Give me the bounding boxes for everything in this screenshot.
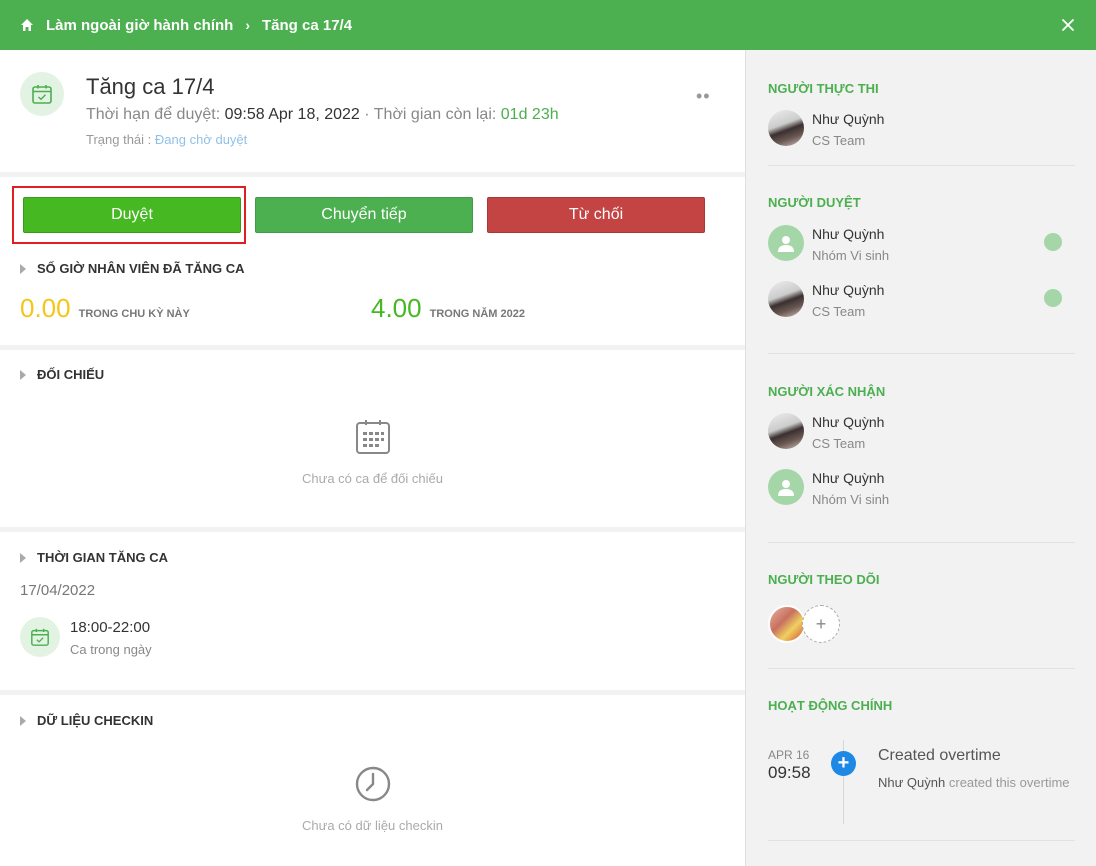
reconcile-empty-state: Chưa có ca để đối chiếu: [0, 420, 745, 486]
calendar-check-icon: [20, 72, 64, 116]
checkin-section-toggle[interactable]: DỮ LIỆU CHECKIN: [20, 713, 153, 728]
divider: [0, 172, 745, 177]
reject-button[interactable]: Từ chối: [487, 197, 705, 233]
breadcrumb-separator: ›: [245, 17, 251, 33]
calendar-grid-icon: [355, 420, 390, 454]
status-dot: [1044, 233, 1062, 251]
home-icon[interactable]: [20, 18, 34, 32]
activity-time: 09:58: [768, 763, 811, 782]
divider: [768, 165, 1075, 166]
divider: [768, 840, 1075, 841]
caret-right-icon: [20, 369, 26, 380]
status-line: Trạng thái : Đang chờ duyệt: [86, 132, 247, 147]
deadline-label: Thời hạn để duyệt:: [86, 106, 221, 123]
divider: [768, 542, 1075, 543]
overtime-hours-title: SỐ GIỜ NHÂN VIÊN ĐÃ TĂNG CA: [37, 261, 245, 276]
breadcrumb-current: Tăng ca 17/4: [262, 16, 353, 34]
more-options-icon[interactable]: ••: [696, 86, 711, 107]
follower-avatar[interactable]: [768, 605, 806, 643]
executor-title: NGƯỜI THỰC THI: [768, 81, 879, 96]
deadline-info: Thời hạn để duyệt: 09:58 Apr 18, 2022 · …: [86, 106, 559, 124]
avatar: [768, 413, 804, 449]
user-avatar-icon: [768, 225, 804, 261]
approver-item[interactable]: Như Quỳnh Nhóm Vi sinh: [768, 225, 1078, 265]
person-team: CS Team: [812, 436, 866, 451]
main-panel: Tăng ca 17/4 Thời hạn để duyệt: 09:58 Ap…: [0, 50, 745, 866]
person-team: CS Team: [812, 133, 866, 148]
confirmer-item[interactable]: Như Quỳnh CS Team: [768, 413, 1078, 453]
year-hours-value: 4.00: [371, 293, 422, 323]
confirmer-item[interactable]: Như Quỳnh Nhóm Vi sinh: [768, 469, 1078, 509]
clock-icon: [355, 766, 390, 802]
sidebar: NGƯỜI THỰC THI Như Quỳnh CS Team NGƯỜI D…: [745, 50, 1096, 866]
divider: [768, 668, 1075, 669]
deadline-value: 09:58 Apr 18, 2022: [224, 106, 360, 123]
overtime-time-title: THỜI GIAN TĂNG CA: [37, 550, 168, 565]
top-bar: Làm ngoài giờ hành chính › Tăng ca 17/4: [0, 0, 1096, 50]
person-name: Như Quỳnh: [812, 226, 885, 242]
overtime-hours-section-toggle[interactable]: SỐ GIỜ NHÂN VIÊN ĐÃ TĂNG CA: [20, 261, 245, 276]
remaining-value: 01d 23h: [500, 106, 559, 123]
confirmer-title: NGƯỜI XÁC NHẬN: [768, 384, 886, 399]
cycle-hours-label: TRONG CHU KỲ NÀY: [78, 308, 190, 320]
status-dot: [1044, 289, 1062, 307]
activity-date: APR 16: [768, 748, 810, 762]
person-team: CS Team: [812, 304, 866, 319]
person-name: Như Quỳnh: [812, 282, 885, 298]
user-avatar-icon: [768, 469, 804, 505]
checkin-empty-state: Chưa có dữ liệu checkin: [0, 765, 745, 833]
cycle-hours-stat: 0.00 TRONG CHU KỲ NÀY: [20, 293, 190, 324]
shift-type: Ca trong ngày: [70, 642, 152, 657]
remaining-label: Thời gian còn lại:: [373, 106, 497, 123]
caret-right-icon: [20, 715, 26, 726]
activity-title: HOẠT ĐỘNG CHÍNH: [768, 698, 893, 713]
avatar: [768, 110, 804, 146]
reconcile-title: ĐỐI CHIẾU: [37, 367, 105, 382]
reconcile-section-toggle[interactable]: ĐỐI CHIẾU: [20, 367, 104, 382]
cycle-hours-value: 0.00: [20, 293, 71, 323]
person-name: Như Quỳnh: [812, 414, 885, 430]
approve-button[interactable]: Duyệt: [23, 197, 241, 233]
request-header: Tăng ca 17/4 Thời hạn để duyệt: 09:58 Ap…: [0, 50, 745, 172]
checkin-empty-text: Chưa có dữ liệu checkin: [302, 818, 443, 833]
plus-icon: +: [831, 751, 856, 776]
activity-actor[interactable]: Như Quỳnh: [878, 775, 945, 790]
divider: [0, 690, 745, 695]
activity-desc-text: created this overtime: [948, 775, 1070, 790]
caret-right-icon: [20, 263, 26, 274]
calendar-check-icon: [20, 617, 60, 657]
activity-title-text: Created overtime: [878, 747, 1001, 764]
year-hours-label: TRONG NĂM 2022: [429, 308, 525, 320]
person-team: Nhóm Vi sinh: [812, 248, 890, 263]
divider: [0, 527, 745, 532]
deadline-separator: ·: [364, 106, 370, 123]
close-icon[interactable]: [1058, 15, 1078, 35]
activity-description: Như Quỳnh created this overtime: [878, 774, 1078, 791]
breadcrumb-parent[interactable]: Làm ngoài giờ hành chính: [46, 17, 233, 34]
approver-item[interactable]: Như Quỳnh CS Team: [768, 281, 1078, 321]
person-name: Như Quỳnh: [812, 470, 885, 486]
avatar: [768, 281, 804, 317]
overtime-time-section-toggle[interactable]: THỜI GIAN TĂNG CA: [20, 550, 168, 565]
year-hours-stat: 4.00 TRONG NĂM 2022: [371, 293, 525, 324]
checkin-title: DỮ LIỆU CHECKIN: [37, 713, 154, 728]
person-team: Nhóm Vi sinh: [812, 492, 890, 507]
executor-item[interactable]: Như Quỳnh CS Team: [768, 110, 1078, 150]
caret-right-icon: [20, 552, 26, 563]
shift-time: 18:00-22:00: [70, 619, 151, 636]
status-label: Trạng thái :: [86, 132, 152, 147]
person-name: Như Quỳnh: [812, 111, 885, 127]
divider: [0, 345, 745, 350]
add-follower-button[interactable]: +: [802, 605, 840, 643]
reconcile-empty-text: Chưa có ca để đối chiếu: [302, 471, 443, 486]
page-title: Tăng ca 17/4: [86, 74, 215, 99]
divider: [768, 353, 1075, 354]
follower-title: NGƯỜI THEO DÕI: [768, 572, 880, 587]
status-badge: Đang chờ duyệt: [154, 132, 248, 147]
approver-title: NGƯỜI DUYỆT: [768, 195, 861, 210]
overtime-date: 17/04/2022: [20, 582, 96, 599]
forward-button[interactable]: Chuyển tiếp: [255, 197, 473, 233]
